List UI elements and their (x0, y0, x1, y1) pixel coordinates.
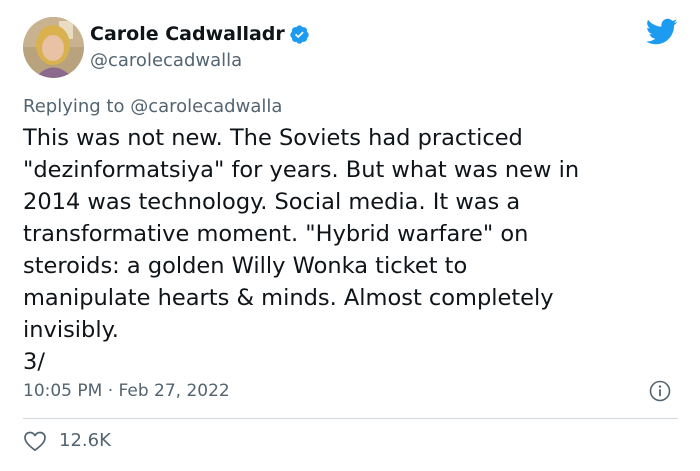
author-name-row[interactable]: Carole Cadwalladr (90, 22, 310, 46)
reply-prefix: Replying to (23, 96, 125, 117)
info-icon[interactable] (649, 380, 671, 402)
twitter-bird-icon[interactable] (645, 18, 678, 46)
like-button[interactable]: 12.6K (23, 430, 111, 452)
meta-separator: · (107, 381, 114, 401)
avatar-image (23, 17, 84, 78)
avatar[interactable] (23, 17, 84, 78)
tweet-timestamp[interactable]: 10:05 PM · Feb 27, 2022 (23, 380, 230, 402)
tweet-text: This was not new. The Soviets had practi… (23, 125, 580, 375)
heart-icon[interactable] (23, 430, 47, 452)
tweet-time[interactable]: 10:05 PM (23, 381, 102, 401)
tweet-date[interactable]: Feb 27, 2022 (119, 381, 230, 401)
divider (23, 418, 678, 419)
verified-badge-icon (289, 24, 310, 45)
author-handle[interactable]: @carolecadwalla (90, 50, 242, 72)
reply-context: Replying to @carolecadwalla (23, 96, 282, 118)
like-count: 12.6K (59, 430, 111, 451)
author-name[interactable]: Carole Cadwalladr (90, 22, 285, 46)
reply-to-handle[interactable]: @carolecadwalla (130, 96, 282, 117)
